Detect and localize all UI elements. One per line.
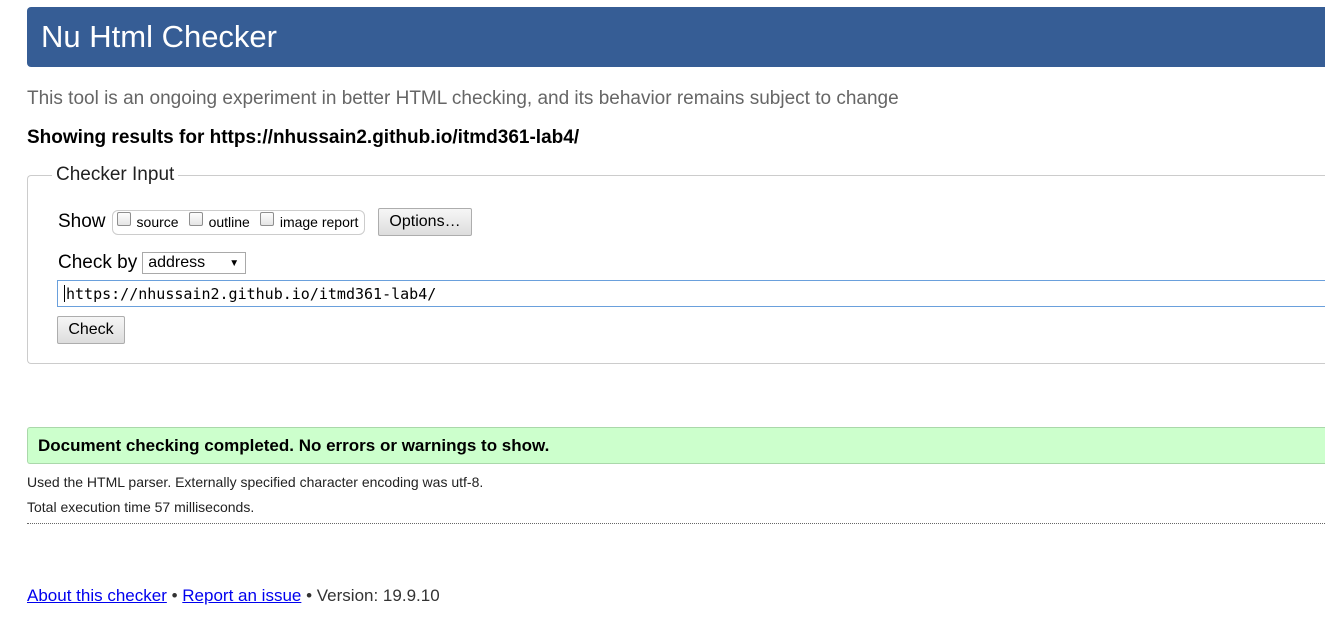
source-checkbox-label: source <box>136 214 179 230</box>
show-options-group: source outline image report <box>111 209 366 235</box>
outline-checkbox[interactable] <box>188 212 203 226</box>
check-button[interactable]: Check <box>57 316 125 344</box>
checker-input-legend: Checker Input <box>56 164 175 185</box>
parser-info: Used the HTML parser. Externally specifi… <box>27 474 484 490</box>
image-report-checkbox-label: image report <box>279 214 359 230</box>
header-banner: Nu Html Checker <box>27 7 1325 67</box>
footer-separator-1: • <box>171 586 178 605</box>
check-by-select[interactable]: address ▼ <box>142 252 247 274</box>
success-message: Document checking completed. No errors o… <box>27 427 1325 464</box>
check-by-row: Check by address ▼ <box>58 252 247 274</box>
page: Nu Html Checker This tool is an ongoing … <box>0 0 1325 621</box>
execution-time: Total execution time 57 milliseconds. <box>27 499 255 515</box>
source-checkbox[interactable] <box>116 212 131 226</box>
page-title: Nu Html Checker <box>41 19 277 54</box>
dropdown-arrow-icon: ▼ <box>229 257 240 269</box>
show-source-option[interactable]: source <box>116 212 179 230</box>
version-text: Version: 19.9.10 <box>316 586 440 605</box>
footer-separator-2: • <box>306 586 313 605</box>
dotted-divider <box>27 523 1325 524</box>
results-for-heading: Showing results for https://nhussain2.gi… <box>27 127 580 148</box>
report-issue-link[interactable]: Report an issue <box>182 586 301 605</box>
check-by-label: Check by <box>58 252 138 273</box>
show-outline-option[interactable]: outline <box>188 212 250 230</box>
show-label: Show <box>58 211 106 232</box>
url-input-value: https://nhussain2.github.io/itmd361-lab4… <box>66 284 437 303</box>
image-report-checkbox[interactable] <box>259 212 274 226</box>
options-button[interactable]: Options… <box>378 208 472 236</box>
show-options-row: Show source outline image report Options… <box>58 208 472 236</box>
outline-checkbox-label: outline <box>208 214 250 230</box>
show-image-report-option[interactable]: image report <box>259 212 359 230</box>
about-checker-link[interactable]: About this checker <box>27 586 167 605</box>
text-caret <box>64 285 65 302</box>
url-input[interactable]: https://nhussain2.github.io/itmd361-lab4… <box>57 280 1325 307</box>
check-by-selected-value: address <box>148 254 206 271</box>
intro-subtitle: This tool is an ongoing experiment in be… <box>27 88 899 109</box>
footer: About this checker • Report an issue • V… <box>27 586 440 606</box>
